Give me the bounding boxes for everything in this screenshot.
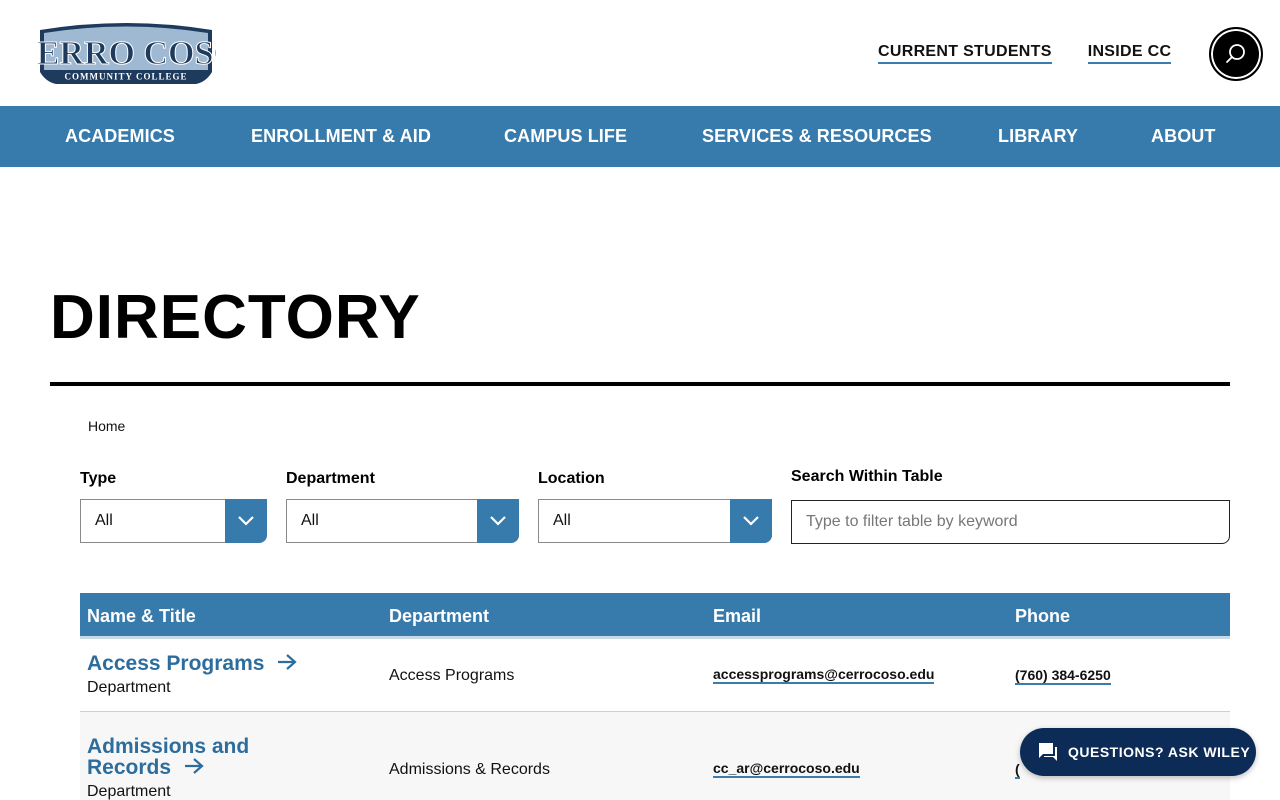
svg-text:CERRO COSO: CERRO COSO [36, 35, 216, 72]
row-title: Department [87, 783, 171, 800]
page-title: DIRECTORY [50, 283, 421, 352]
arrow-right-icon [278, 654, 297, 670]
chat-icon [1039, 743, 1057, 761]
search-button[interactable] [1209, 27, 1263, 81]
nav-library[interactable]: LIBRARY [998, 106, 1078, 167]
row-email-link[interactable]: cc_ar@cerrocoso.edu [713, 760, 860, 778]
header-phone: Phone [1015, 606, 1071, 626]
row-phone-link[interactable]: (760) 384-6250 [1015, 667, 1111, 685]
table-row: Access Programs Department Access Progra… [80, 639, 1230, 712]
department-select-value: All [301, 512, 319, 529]
row-title: Department [87, 679, 171, 696]
utility-links: CURRENT STUDENTS INSIDE CC [878, 43, 1172, 64]
nav-enrollment-aid[interactable]: ENROLLMENT & AID [251, 106, 431, 167]
chevron-down-icon [477, 499, 519, 543]
main-nav: ACADEMICS ENROLLMENT & AID CAMPUS LIFE S… [0, 106, 1280, 167]
row-phone-link[interactable]: ( [1015, 761, 1020, 779]
type-select[interactable]: All [80, 499, 267, 543]
inside-cc-link[interactable]: INSIDE CC [1087, 43, 1172, 64]
chevron-down-icon [730, 499, 772, 543]
header-name-title: Name & Title [87, 606, 196, 626]
current-students-link[interactable]: CURRENT STUDENTS [878, 43, 1052, 64]
svg-text:COMMUNITY COLLEGE: COMMUNITY COLLEGE [65, 72, 188, 82]
site-header: CERRO COSO COMMUNITY COLLEGE CURRENT STU… [0, 0, 1280, 106]
nav-academics[interactable]: ACADEMICS [65, 106, 175, 167]
arrow-right-icon [184, 758, 204, 774]
ask-wiley-chat-button[interactable]: QUESTIONS? ASK WILEY [1020, 728, 1256, 776]
chevron-down-icon [225, 499, 267, 543]
title-divider [50, 382, 1230, 386]
table-filter-input[interactable] [791, 500, 1230, 544]
row-email-link[interactable]: accessprograms@cerrocoso.edu [713, 666, 935, 684]
location-select-value: All [553, 512, 571, 529]
search-icon [1226, 44, 1245, 63]
search-table-label: Search Within Table [791, 468, 943, 485]
location-select[interactable]: All [538, 499, 772, 543]
row-name-line2: Records [87, 756, 172, 779]
header-department: Department [389, 606, 490, 626]
chat-label: QUESTIONS? ASK WILEY [1068, 744, 1251, 760]
row-name-line1: Admissions and [87, 735, 250, 758]
nav-campus-life[interactable]: CAMPUS LIFE [504, 106, 627, 167]
type-label: Type [80, 470, 117, 487]
table-header: Name & Title Department Email Phone [80, 593, 1230, 639]
cerro-coso-logo[interactable]: CERRO COSO COMMUNITY COLLEGE [36, 20, 216, 86]
nav-services-resources[interactable]: SERVICES & RESOURCES [702, 106, 932, 167]
nav-about[interactable]: ABOUT [1151, 106, 1216, 167]
row-name-link[interactable]: Admissions and Records [87, 736, 249, 778]
department-label: Department [286, 470, 375, 487]
breadcrumb-home[interactable]: Home [88, 418, 125, 434]
row-department: Admissions & Records [389, 761, 550, 778]
row-name-link[interactable]: Access Programs [87, 653, 298, 674]
type-select-value: All [95, 512, 113, 529]
location-label: Location [538, 470, 605, 487]
row-department: Access Programs [389, 667, 515, 684]
row-name: Access Programs [87, 652, 265, 675]
header-email: Email [713, 606, 762, 626]
department-select[interactable]: All [286, 499, 519, 543]
